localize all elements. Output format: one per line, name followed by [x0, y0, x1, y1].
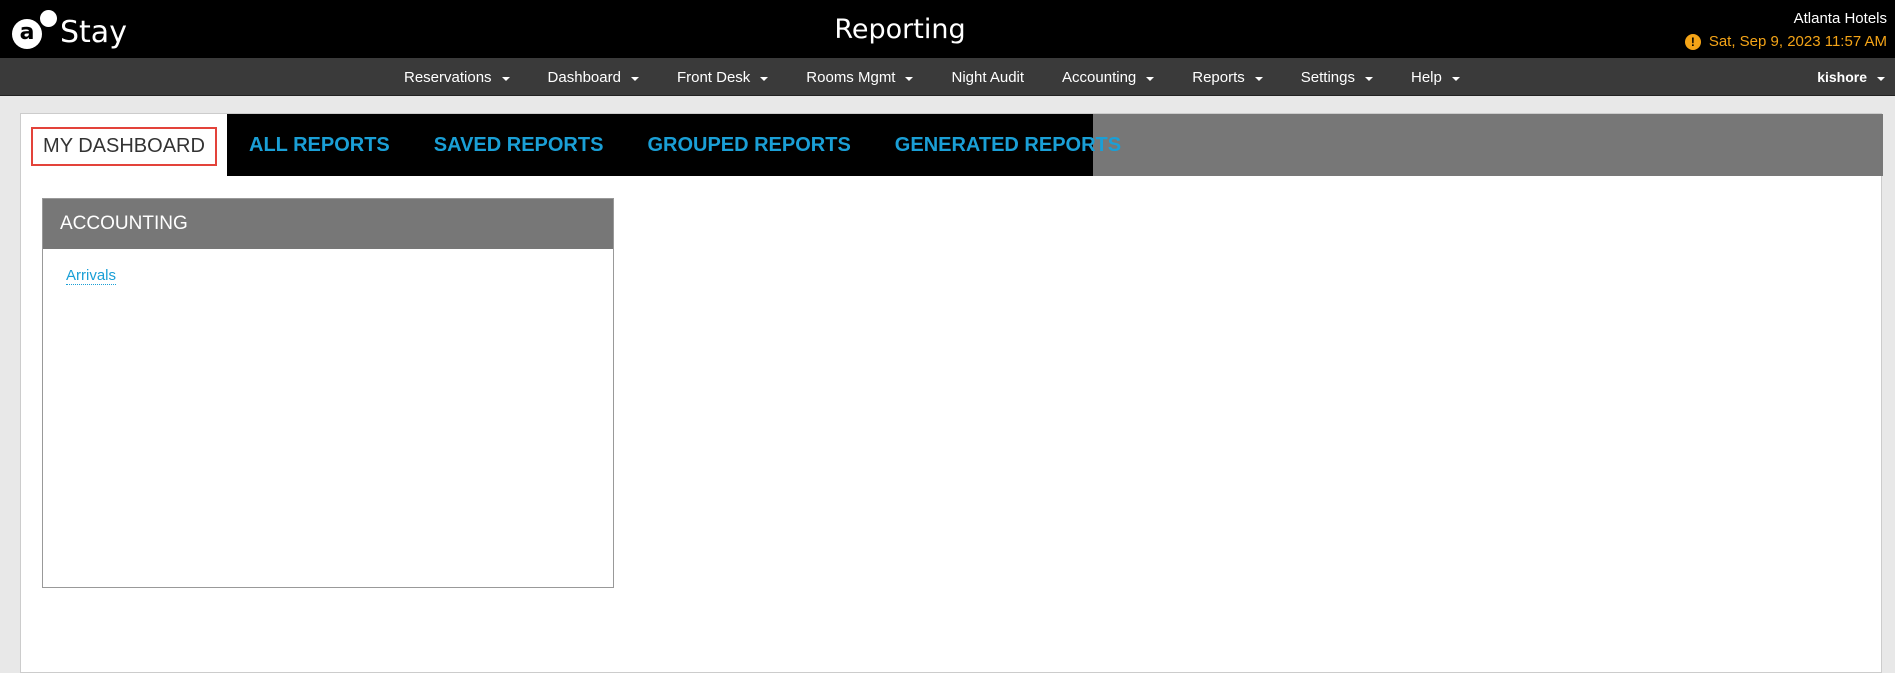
nav-item-reservations[interactable]: Reservations	[404, 69, 510, 86]
chevron-down-icon	[1364, 77, 1373, 81]
hotel-date: ! Sat, Sep 9, 2023 11:57 AM	[1684, 33, 1887, 50]
panel-title: ACCOUNTING	[43, 199, 613, 249]
report-tabs: MY DASHBOARD ALL REPORTS SAVED REPORTS G…	[21, 114, 1883, 176]
report-link-arrivals[interactable]: Arrivals	[66, 267, 117, 285]
hotel-name: Atlanta Hotels	[1793, 10, 1887, 27]
chevron-down-icon	[760, 77, 769, 81]
nav-item-accounting[interactable]: Accounting	[1062, 69, 1155, 86]
nav-item-night-audit[interactable]: Night Audit	[951, 69, 1024, 86]
nav-item-dashboard[interactable]: Dashboard	[548, 69, 639, 86]
nav-item-rooms-mgmt[interactable]: Rooms Mgmt	[806, 69, 914, 86]
tab-label: MY DASHBOARD	[31, 127, 217, 166]
user-menu[interactable]: kishore	[1817, 58, 1885, 96]
accounting-panel: ACCOUNTING Arrivals	[42, 198, 614, 588]
chevron-down-icon	[1146, 77, 1155, 81]
alert-icon[interactable]: !	[1684, 33, 1701, 50]
tab-saved-reports[interactable]: SAVED REPORTS	[434, 134, 604, 157]
nav-item-front-desk[interactable]: Front Desk	[677, 69, 769, 86]
chevron-down-icon	[905, 77, 914, 81]
top-bar: a Stay Reporting Atlanta Hotels ! Sat, S…	[0, 0, 1895, 58]
chevron-down-icon	[1451, 77, 1460, 81]
tab-generated-reports[interactable]: GENERATED REPORTS	[895, 134, 1121, 157]
chevron-down-icon	[1254, 77, 1263, 81]
hotel-info: Atlanta Hotels ! Sat, Sep 9, 2023 11:57 …	[1684, 10, 1887, 50]
tab-all-reports[interactable]: ALL REPORTS	[249, 134, 390, 157]
main-navbar: Reservations Dashboard Front Desk Rooms …	[0, 58, 1895, 96]
tab-group: ALL REPORTS SAVED REPORTS GROUPED REPORT…	[227, 114, 1121, 176]
business-date: Sat, Sep 9, 2023 11:57 AM	[1708, 33, 1887, 50]
tab-grouped-reports[interactable]: GROUPED REPORTS	[647, 134, 850, 157]
nav-item-reports[interactable]: Reports	[1192, 69, 1263, 86]
chevron-down-icon	[1877, 77, 1885, 81]
reporting-content: MY DASHBOARD ALL REPORTS SAVED REPORTS G…	[20, 113, 1883, 673]
panel-body: Arrivals	[43, 249, 613, 285]
page-title: Reporting	[834, 14, 966, 45]
chevron-down-icon	[501, 77, 510, 81]
tab-my-dashboard[interactable]: MY DASHBOARD	[21, 114, 227, 176]
nav-menu: Reservations Dashboard Front Desk Rooms …	[404, 58, 1498, 96]
nav-item-settings[interactable]: Settings	[1301, 69, 1373, 86]
chevron-down-icon	[630, 77, 639, 81]
user-name: kishore	[1817, 69, 1867, 85]
nav-item-help[interactable]: Help	[1411, 69, 1460, 86]
